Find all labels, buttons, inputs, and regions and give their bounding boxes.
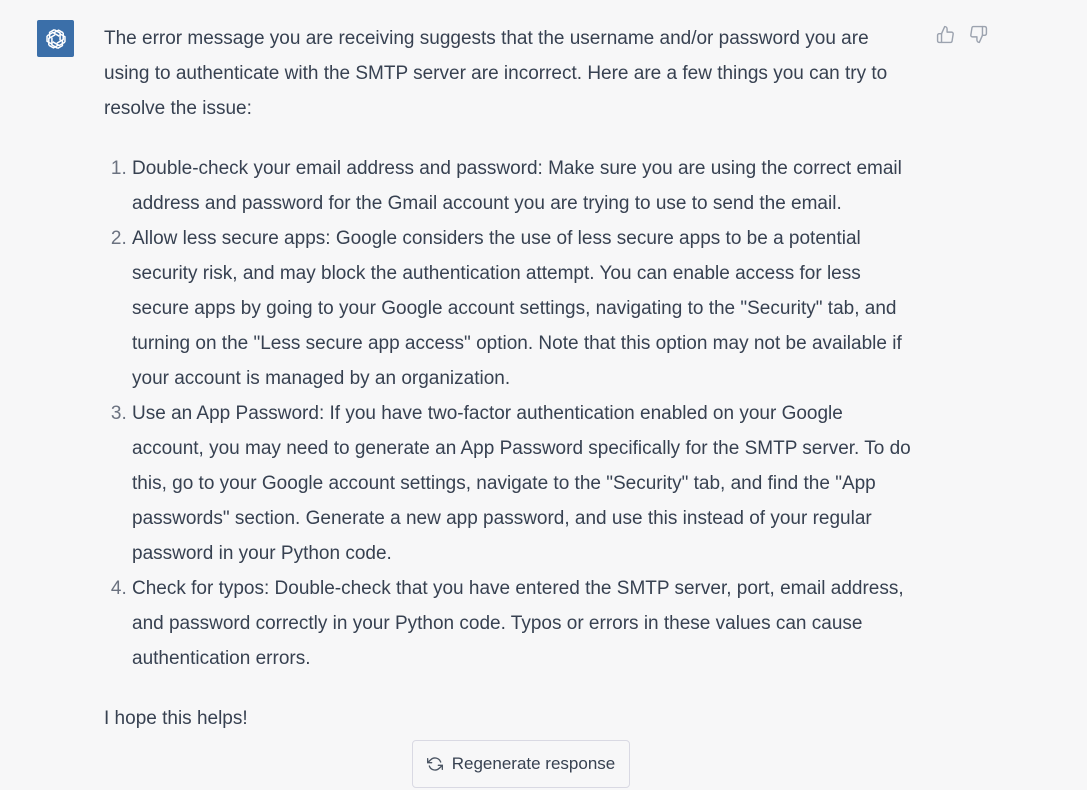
- thumbs-down-button[interactable]: [968, 24, 988, 44]
- thumbs-up-icon: [936, 25, 954, 43]
- refresh-icon: [426, 757, 443, 771]
- list-item: Check for typos: Double-check that you h…: [132, 571, 919, 676]
- assistant-message: The error message you are receiving sugg…: [104, 21, 919, 736]
- list-item: Double-check your email address and pass…: [132, 151, 919, 221]
- regenerate-response-button[interactable]: Regenerate response: [412, 740, 630, 788]
- feedback-buttons: [935, 24, 988, 44]
- assistant-avatar: [37, 20, 74, 57]
- openai-logo-icon: [45, 28, 66, 49]
- steps-list: Double-check your email address and pass…: [104, 151, 919, 676]
- message-closing: I hope this helps!: [104, 708, 248, 729]
- thumbs-up-button[interactable]: [935, 24, 955, 44]
- regenerate-label: Regenerate response: [451, 754, 616, 773]
- thumbs-down-icon: [969, 25, 987, 43]
- list-item: Use an App Password: If you have two-fac…: [132, 396, 919, 571]
- message-intro: The error message you are receiving sugg…: [104, 28, 888, 119]
- list-item: Allow less secure apps: Google considers…: [132, 221, 919, 396]
